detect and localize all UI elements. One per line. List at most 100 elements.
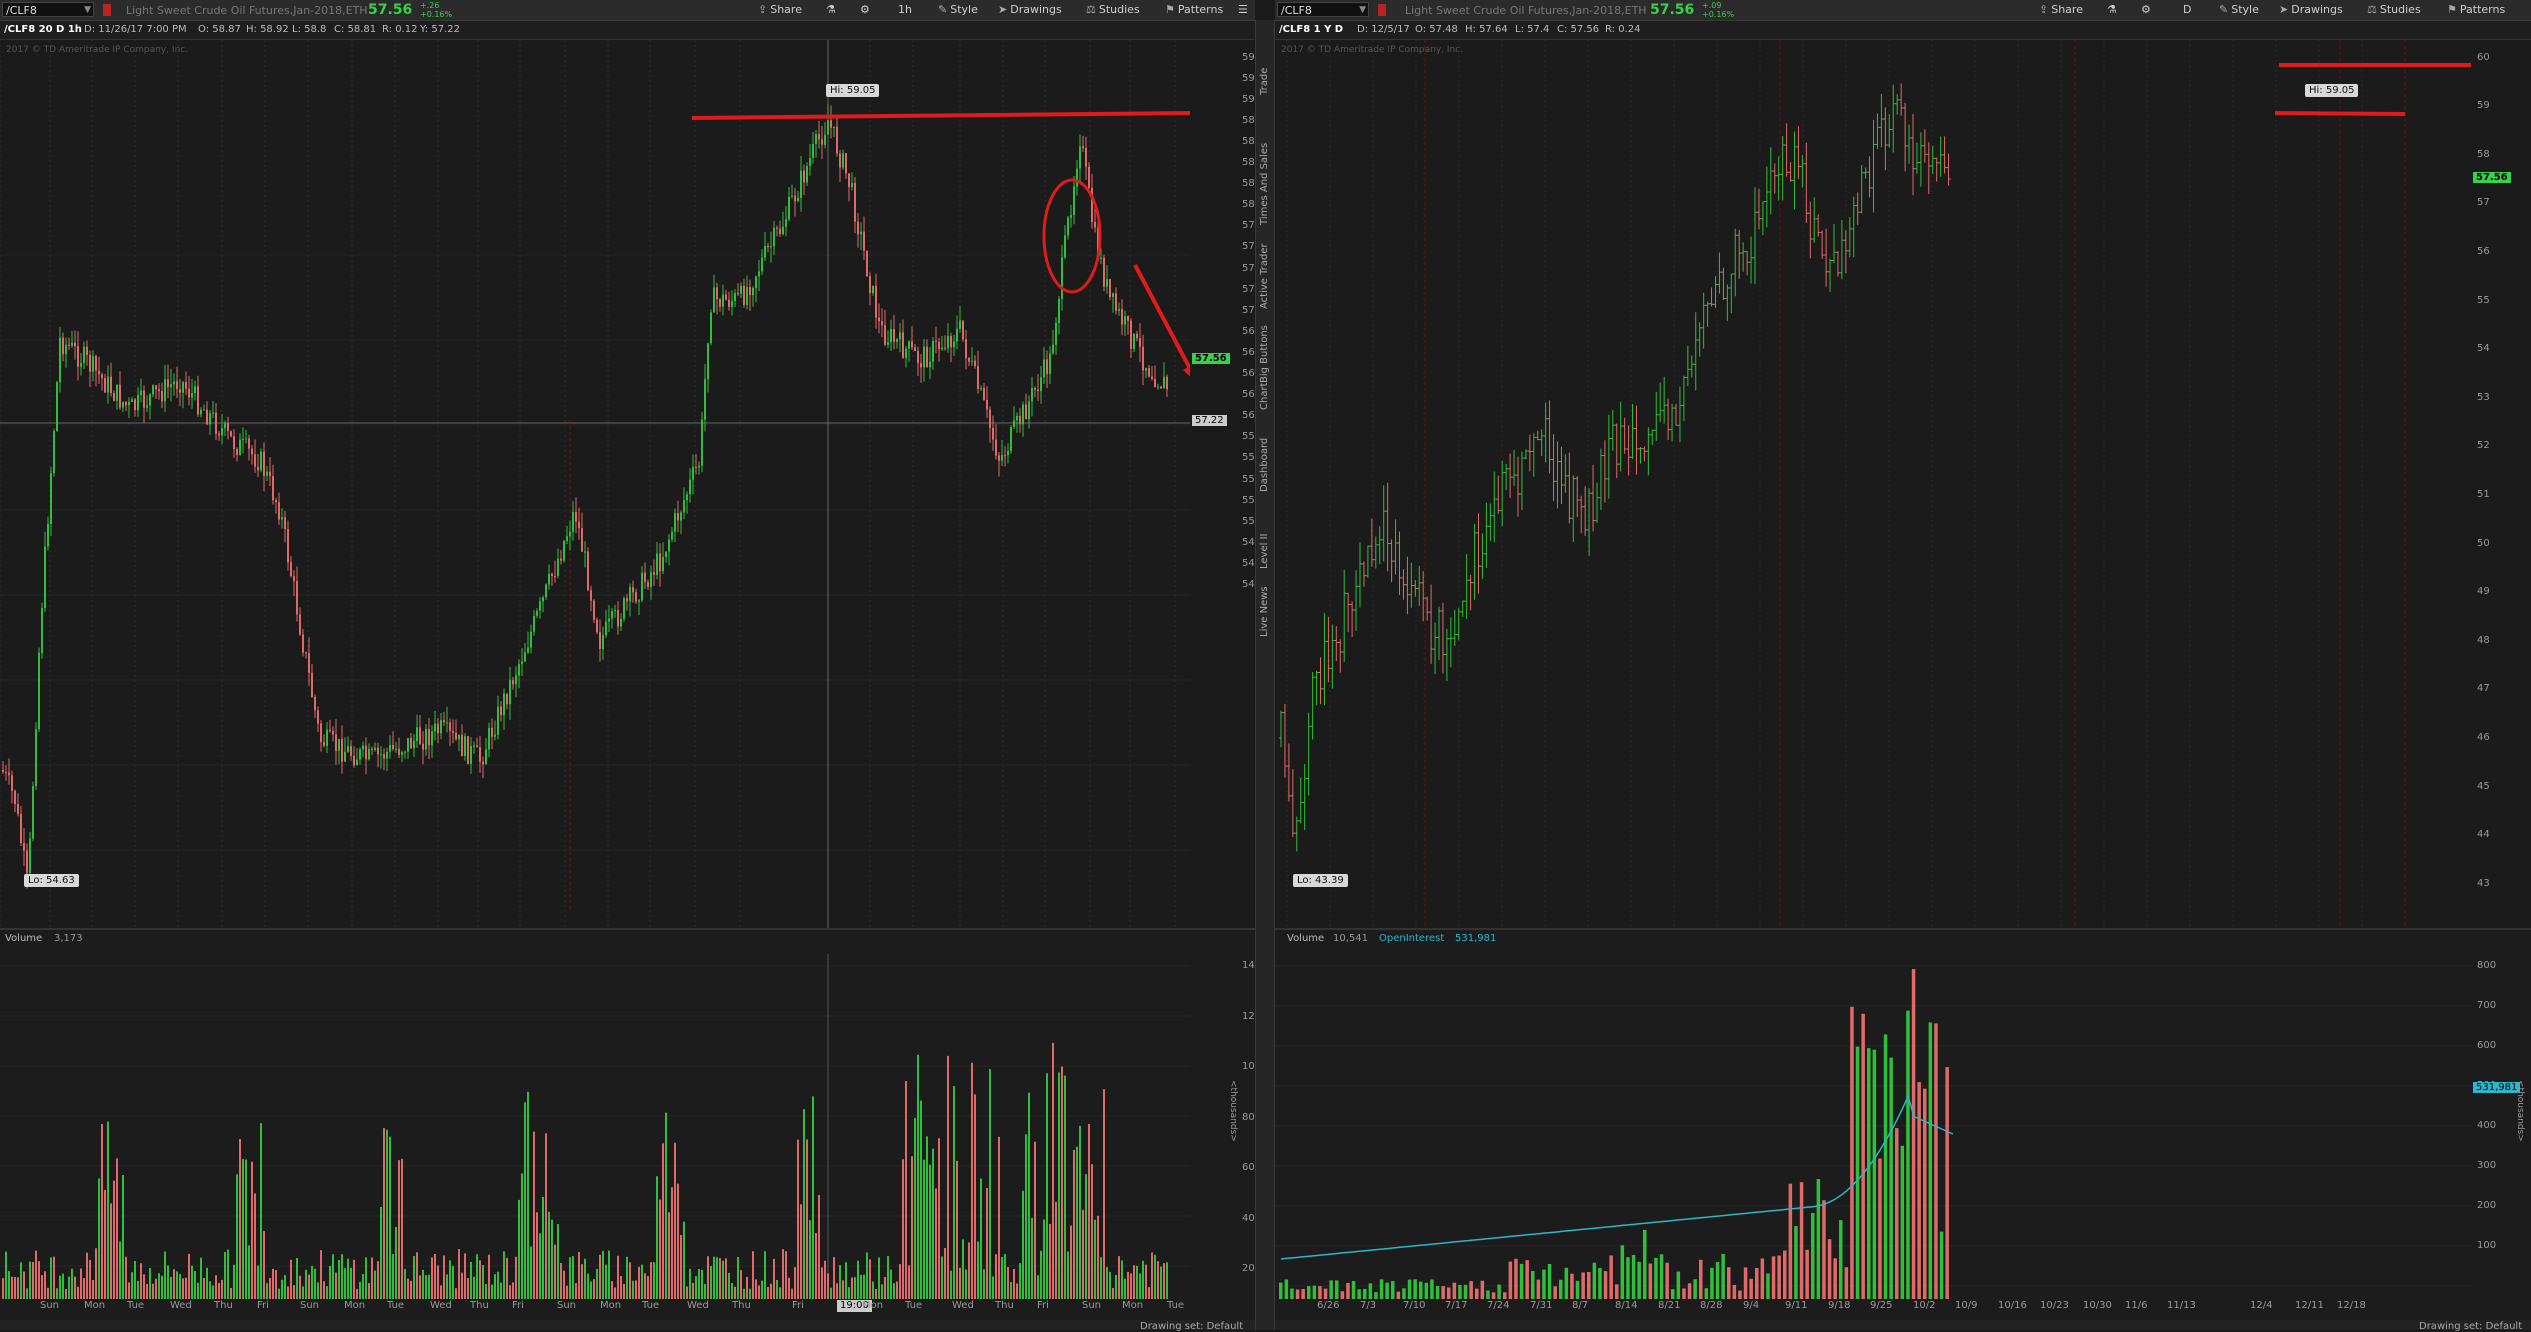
- right-price-tick: 59: [2477, 100, 2490, 112]
- left-volume-bar: [167, 1265, 169, 1299]
- left-candle-body: [290, 562, 292, 577]
- sidebar-tab-level-ii[interactable]: Level II: [1259, 534, 1270, 569]
- left-drawings-button[interactable]: ➤ Drawings: [998, 3, 1062, 16]
- left-share-button[interactable]: ⇪ Share: [758, 3, 802, 16]
- left-volume-bar: [941, 1256, 943, 1299]
- left-volume-bar: [1001, 1256, 1003, 1299]
- left-studies-button[interactable]: ⚖ Studies: [1086, 3, 1140, 16]
- left-volume-bar: [434, 1254, 436, 1299]
- left-candle-body: [29, 838, 31, 874]
- sidebar-tab-active-trader[interactable]: Active Trader: [1259, 243, 1270, 309]
- left-volume-bar: [869, 1259, 871, 1299]
- left-volume-bar: [680, 1234, 682, 1299]
- left-volume-bar: [983, 1269, 985, 1299]
- left-candle-body: [941, 347, 943, 350]
- left-candle-body: [1034, 387, 1036, 390]
- left-candle-body: [707, 343, 709, 380]
- right-time-tick: 10/16: [1998, 1300, 2027, 1311]
- left-price-chart[interactable]: [0, 40, 1190, 930]
- chevron-down-icon[interactable]: ▼: [84, 3, 91, 18]
- resistance-line-annotation: [691, 111, 1190, 120]
- left-volume-label: Volume: [5, 933, 43, 944]
- sidebar-tab-trade[interactable]: Trade: [1259, 68, 1270, 95]
- left-candle-body: [383, 754, 385, 759]
- right-studies-button[interactable]: ⚖ Studies: [2367, 3, 2421, 16]
- left-candle-body: [128, 401, 130, 406]
- left-symbol-input[interactable]: /CLF8 ▼: [2, 2, 94, 17]
- left-volume-value: 3,173: [54, 933, 83, 944]
- left-candle-body: [398, 748, 400, 755]
- left-volume-bar: [371, 1257, 373, 1299]
- left-style-button[interactable]: ✎ Style: [938, 3, 978, 16]
- left-candle-body: [995, 439, 997, 456]
- right-style-button[interactable]: ✎ Style: [2219, 3, 2259, 16]
- gear-icon[interactable]: ⚙: [2141, 3, 2151, 16]
- left-volume-bar: [1061, 1066, 1063, 1299]
- chevron-down-icon[interactable]: ▼: [1359, 3, 1366, 18]
- right-patterns-button[interactable]: ⚑ Patterns: [2447, 3, 2505, 16]
- left-candle-body: [107, 376, 109, 393]
- left-candle-body: [254, 454, 256, 467]
- sidebar-tab-dashboard[interactable]: Dashboard: [1259, 438, 1270, 492]
- left-candle-body: [572, 511, 574, 532]
- right-volume-chart[interactable]: [1275, 954, 2471, 1299]
- left-volume-chart[interactable]: [0, 954, 1190, 1299]
- right-info-close: C: 57.56: [1557, 24, 1600, 35]
- left-candle-body: [446, 722, 448, 724]
- left-candle-body: [452, 730, 454, 733]
- flag-icon[interactable]: [103, 4, 111, 16]
- left-volume-bar: [800, 1204, 802, 1299]
- flask-icon[interactable]: ⚗: [826, 3, 836, 16]
- resistance-line-59-annotation: [2274, 111, 2406, 116]
- right-drawings-button[interactable]: ➤ Drawings: [2279, 3, 2343, 16]
- left-patterns-button[interactable]: ⚑ Patterns: [1165, 3, 1223, 16]
- right-volume-value: 10,541: [1333, 933, 1368, 944]
- left-candle-body: [620, 618, 622, 627]
- left-aggregation-button[interactable]: 1h: [898, 3, 912, 16]
- right-drawing-set[interactable]: Drawing set: Default: [2419, 1321, 2522, 1332]
- left-drawing-set[interactable]: Drawing set: Default: [1140, 1321, 1243, 1332]
- left-candle-body: [1148, 368, 1150, 377]
- right-volume-bar: [1699, 1259, 1703, 1299]
- right-volume-bar: [1839, 1220, 1843, 1299]
- left-volume-bar: [716, 1257, 718, 1299]
- right-aggregation-button[interactable]: D: [2183, 3, 2191, 16]
- sidebar-tab-chart[interactable]: Chart: [1259, 383, 1270, 410]
- sidebar-tab-big-buttons[interactable]: Big Buttons: [1259, 325, 1270, 383]
- left-candle-body: [665, 551, 667, 558]
- flag-icon[interactable]: [1378, 4, 1386, 16]
- left-volume-bar: [578, 1251, 580, 1299]
- right-volume-bar: [1822, 1200, 1826, 1299]
- left-candle-body: [1142, 346, 1144, 371]
- left-volume-bar: [833, 1257, 835, 1299]
- sidebar-tab-times-and-sales[interactable]: Times And Sales: [1259, 143, 1270, 225]
- left-volume-bar: [1067, 1251, 1069, 1299]
- left-candle-body: [77, 346, 79, 367]
- left-candle-body: [149, 394, 151, 406]
- right-share-button[interactable]: ⇪ Share: [2039, 3, 2083, 16]
- left-candle-body: [224, 423, 226, 429]
- menu-icon[interactable]: ☰: [1238, 3, 1248, 16]
- left-candle-body: [146, 405, 148, 408]
- right-price-chart[interactable]: [1275, 40, 2471, 930]
- left-candle-body: [560, 558, 562, 561]
- sidebar-tab-live-news[interactable]: Live News: [1259, 586, 1270, 637]
- left-volume-bar: [560, 1263, 562, 1299]
- left-info-ticker: /CLF8 20 D 1h: [4, 24, 82, 35]
- flask-icon[interactable]: ⚗: [2107, 3, 2117, 16]
- right-time-tick: 10/2: [1913, 1300, 1936, 1311]
- right-symbol-input[interactable]: /CLF8 ▼: [1277, 2, 1369, 17]
- left-volume-bar: [926, 1136, 928, 1299]
- left-candle-body: [65, 344, 67, 355]
- right-time-tick: 10/9: [1955, 1300, 1978, 1311]
- left-volume-bar: [662, 1143, 664, 1299]
- left-volume-bar: [32, 1262, 34, 1299]
- left-candle-body: [242, 438, 244, 440]
- gear-icon[interactable]: ⚙: [860, 3, 870, 16]
- left-candle-body: [740, 285, 742, 294]
- left-candle-body: [617, 610, 619, 627]
- left-candle-body: [443, 720, 445, 723]
- left-candle-body: [776, 227, 778, 229]
- left-volume-bar: [617, 1255, 619, 1299]
- left-candle-body: [170, 384, 172, 388]
